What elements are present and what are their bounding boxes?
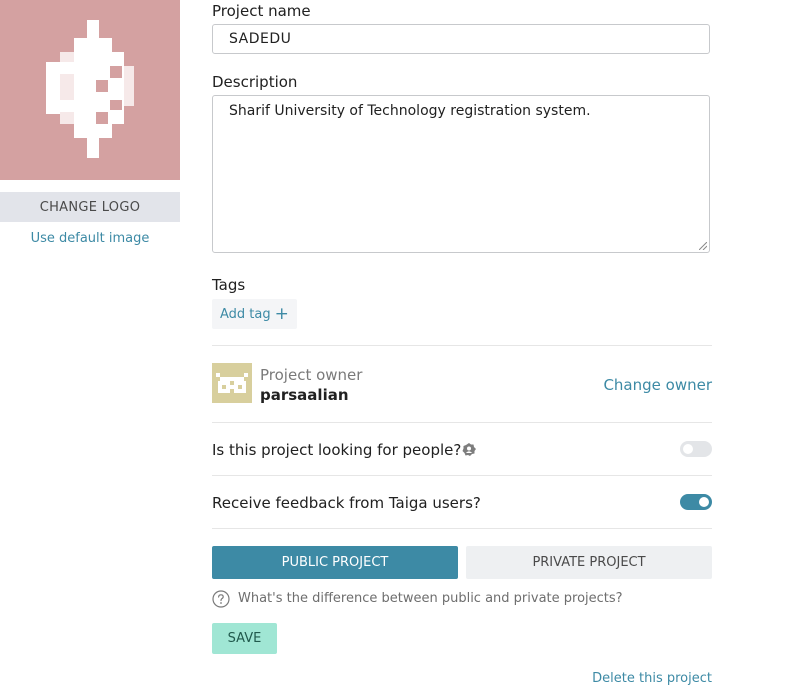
project-owner-label: Project owner [260, 366, 363, 384]
private-project-button[interactable]: PRIVATE PROJECT [466, 546, 712, 579]
divider [212, 475, 712, 476]
project-logo-image [46, 20, 134, 158]
use-default-image-link[interactable]: Use default image [0, 231, 180, 246]
plus-icon: + [274, 303, 289, 324]
delete-project-link[interactable]: Delete this project [592, 671, 712, 686]
divider [212, 528, 712, 529]
tags-label: Tags [212, 276, 246, 294]
change-logo-button[interactable]: CHANGE LOGO [0, 192, 180, 222]
toggle-knob [699, 497, 709, 507]
description-label: Description [212, 73, 298, 91]
privacy-difference-link[interactable]: What's the difference between public and… [238, 591, 623, 606]
project-logo [0, 0, 180, 180]
info-icon[interactable] [461, 442, 477, 458]
description-text: Sharif University of Technology registra… [229, 103, 591, 119]
divider [212, 422, 712, 423]
project-name-label: Project name [212, 2, 311, 20]
add-tag-label: Add tag [220, 306, 271, 322]
divider [212, 345, 712, 346]
project-name-input[interactable]: SADEDU [212, 24, 710, 54]
project-owner-name: parsaalian [260, 386, 349, 404]
receive-feedback-label: Receive feedback from Taiga users? [212, 494, 481, 512]
resize-handle-icon[interactable] [699, 242, 707, 250]
change-owner-link[interactable]: Change owner [603, 376, 712, 394]
question-icon[interactable] [212, 590, 230, 608]
receive-feedback-toggle[interactable] [680, 494, 712, 510]
toggle-knob [683, 444, 693, 454]
owner-avatar [212, 363, 252, 403]
description-textarea[interactable]: Sharif University of Technology registra… [212, 95, 710, 253]
owner-avatar-image [212, 363, 252, 403]
save-button[interactable]: SAVE [212, 623, 277, 654]
looking-for-people-label: Is this project looking for people? [212, 441, 462, 459]
looking-for-people-toggle[interactable] [680, 441, 712, 457]
public-project-button[interactable]: PUBLIC PROJECT [212, 546, 458, 579]
add-tag-button[interactable]: Add tag + [212, 299, 297, 329]
